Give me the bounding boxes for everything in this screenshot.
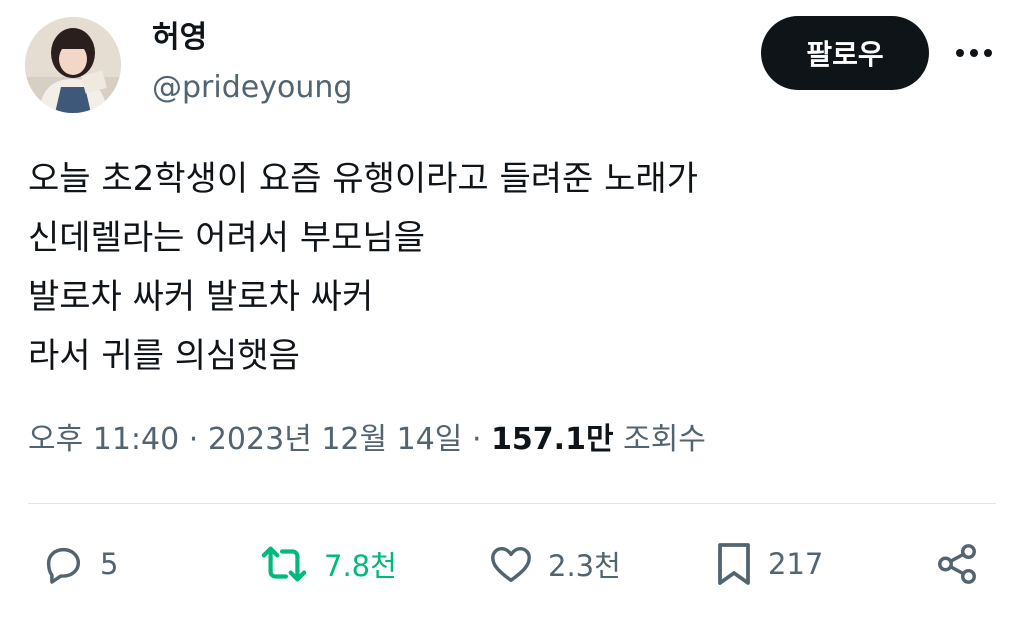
tweet-line: 오늘 초2학생이 요즘 유행이라고 들려준 노래가 xyxy=(28,159,698,199)
more-dots-icon[interactable] xyxy=(944,36,1004,70)
meta-separator: · xyxy=(471,422,482,457)
share-icon xyxy=(934,541,980,587)
tweet-line: 신데렐라는 어려서 부모님을 xyxy=(28,218,425,258)
views-count: 157.1만 xyxy=(491,422,614,457)
bookmark-icon xyxy=(714,540,754,588)
tweet-text: 오늘 초2학생이 요즘 유행이라고 들려준 노래가 신데렐라는 어려서 부모님을… xyxy=(28,150,988,386)
tweet-date[interactable]: 2023년 12월 14일 xyxy=(208,422,463,457)
reply-icon xyxy=(40,541,86,587)
retweet-count: 7.8천 xyxy=(324,549,397,583)
handle[interactable]: @prideyoung xyxy=(152,68,352,108)
share-button[interactable] xyxy=(934,538,980,590)
retweet-button[interactable]: 7.8천 xyxy=(258,538,397,590)
like-button[interactable]: 2.3천 xyxy=(488,538,621,590)
bookmark-button[interactable]: 217 xyxy=(714,538,823,590)
tweet-meta: 오후 11:40 · 2023년 12월 14일 · 157.1만 조회수 xyxy=(28,418,706,462)
tweet-line: 라서 귀를 의심햇음 xyxy=(28,336,300,376)
like-count: 2.3천 xyxy=(548,549,621,583)
display-name[interactable]: 허영 xyxy=(152,18,207,58)
divider xyxy=(28,503,996,504)
meta-separator: · xyxy=(188,422,199,457)
reply-count: 5 xyxy=(100,547,119,581)
views-label: 조회수 xyxy=(623,422,706,457)
like-icon xyxy=(488,541,534,587)
tweet-time[interactable]: 오후 11:40 xyxy=(28,422,179,457)
retweet-icon xyxy=(258,541,310,587)
reply-button[interactable]: 5 xyxy=(40,538,118,590)
bookmark-count: 217 xyxy=(768,547,824,581)
avatar[interactable] xyxy=(25,17,121,113)
follow-button[interactable]: 팔로우 xyxy=(761,16,929,90)
tweet-line: 발로차 싸커 발로차 싸커 xyxy=(28,277,374,317)
